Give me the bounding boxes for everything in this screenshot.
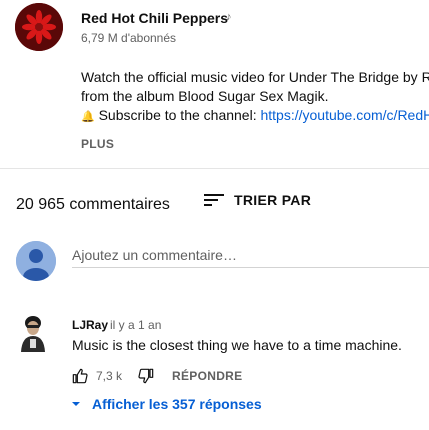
video-description: Watch the official music video for Under…: [81, 68, 429, 125]
input-underline: [72, 267, 429, 268]
default-avatar-icon: [16, 241, 56, 281]
like-button[interactable]: [72, 368, 88, 384]
comment-count: 20 965 commentaires: [16, 196, 170, 213]
comment-actions: 7,3 k RÉPONDRE: [72, 368, 242, 384]
dislike-button[interactable]: [138, 368, 154, 384]
author-avatar-icon: [17, 312, 49, 352]
channel-link[interactable]: https://youtube.com/c/RedHotChiliPeppers: [260, 107, 429, 123]
sort-by-button[interactable]: TRIER PAR: [204, 192, 311, 208]
sort-icon: [204, 194, 224, 206]
comment-author-avatar[interactable]: [17, 312, 49, 352]
reply-button[interactable]: RÉPONDRE: [172, 369, 242, 383]
description-line: from the album Blood Sugar Sex Magik.: [81, 88, 329, 104]
description-line: Watch the official music video for Under…: [81, 69, 429, 85]
subscribe-text: Subscribe to the channel:: [98, 107, 261, 123]
add-comment-input[interactable]: [72, 244, 429, 266]
thumbs-down-icon: [138, 368, 154, 384]
user-avatar: [16, 241, 56, 281]
caret-down-icon: [72, 402, 80, 406]
show-more-button[interactable]: PLUS: [81, 137, 114, 151]
music-note-icon: ♪: [226, 11, 232, 23]
show-replies-button[interactable]: Afficher les 357 réponses: [70, 396, 262, 412]
thumbs-up-icon: [72, 368, 88, 384]
description-line: 🔔 Subscribe to the channel: https://yout…: [81, 106, 429, 125]
channel-logo-icon: [15, 3, 63, 51]
subscriber-count: 6,79 M d'abonnés: [81, 31, 177, 45]
channel-avatar[interactable]: [15, 3, 63, 51]
sort-label: TRIER PAR: [234, 192, 312, 208]
comment-author[interactable]: LJRay: [72, 318, 108, 332]
show-replies-label: Afficher les 357 réponses: [92, 396, 262, 412]
like-count: 7,3 k: [96, 369, 123, 383]
bell-icon: 🔔: [81, 111, 95, 123]
comment-text: Music is the closest thing we have to a …: [72, 337, 402, 353]
divider: [0, 168, 429, 169]
channel-name[interactable]: Red Hot Chili Peppers: [81, 10, 228, 26]
comment-timestamp[interactable]: il y a 1 an: [110, 318, 161, 332]
